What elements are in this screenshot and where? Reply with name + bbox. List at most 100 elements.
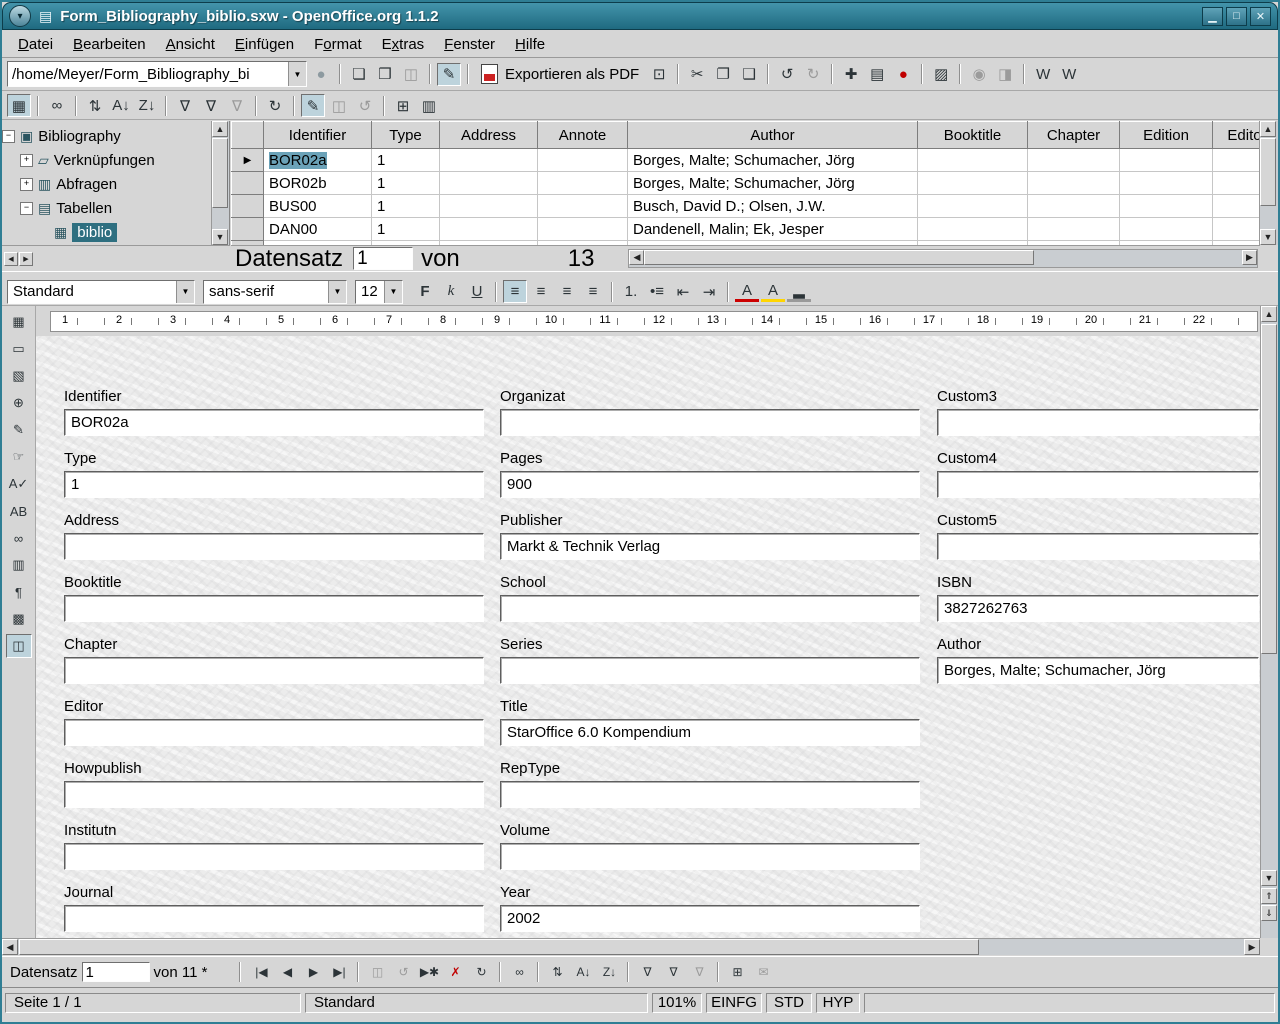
expand-icon[interactable]: + xyxy=(20,178,33,191)
collapse-icon[interactable]: − xyxy=(2,130,15,143)
insert-object-icon[interactable]: ⊕ xyxy=(6,391,32,415)
apply-filter-icon[interactable]: ∇ xyxy=(661,961,685,984)
title-input[interactable]: StarOffice 6.0 Kompendium xyxy=(500,719,920,746)
grid-column-header[interactable]: Editor xyxy=(1213,122,1261,149)
scroll-up-icon[interactable]: ▲ xyxy=(1260,121,1276,137)
ruler-scale[interactable]: 12345678910111213141516171819202122 xyxy=(50,311,1258,332)
status-insert-mode[interactable]: EINFG xyxy=(706,993,762,1013)
journal-input[interactable] xyxy=(64,905,484,932)
save-record-icon[interactable]: ◫ xyxy=(365,961,389,984)
next-page-icon[interactable]: ⇓ xyxy=(1261,905,1277,921)
graphics-on-off-icon[interactable]: ▩ xyxy=(6,607,32,631)
grid-cell[interactable] xyxy=(538,195,628,218)
grid-cell[interactable]: 1 xyxy=(372,149,440,172)
sort-ascending-icon[interactable]: A↓ xyxy=(109,94,133,117)
menu-ansicht[interactable]: Ansicht xyxy=(156,34,225,55)
grid-cell[interactable] xyxy=(918,149,1028,172)
grid-column-header[interactable]: Annote xyxy=(538,122,628,149)
grid-cell[interactable] xyxy=(440,149,538,172)
grid-cell[interactable] xyxy=(1120,149,1213,172)
grid-cell[interactable] xyxy=(1028,172,1120,195)
address-input[interactable] xyxy=(64,533,484,560)
grid-cell[interactable] xyxy=(918,195,1028,218)
minimize-button[interactable]: ▁ xyxy=(1202,7,1223,26)
grid-column-header[interactable]: Chapter xyxy=(1028,122,1120,149)
highlighting-icon[interactable]: A xyxy=(761,282,785,302)
record-number-input[interactable] xyxy=(82,962,150,982)
remove-filter-icon[interactable]: ∇ xyxy=(225,94,249,117)
publisher-input[interactable]: Markt & Technik Verlag xyxy=(500,533,920,560)
font-color-icon[interactable]: A xyxy=(735,282,759,302)
grid-cell[interactable] xyxy=(538,149,628,172)
menu-bearbeiten[interactable]: Bearbeiten xyxy=(63,34,156,55)
grid-cell[interactable] xyxy=(918,172,1028,195)
close-button[interactable]: ✕ xyxy=(1250,7,1271,26)
redo-icon[interactable]: ↻ xyxy=(801,63,825,86)
align-left-icon[interactable]: ≡ xyxy=(503,280,527,303)
institutn-input[interactable] xyxy=(64,843,484,870)
scrollbar-thumb[interactable] xyxy=(644,250,1033,265)
grid-cell[interactable]: Dandenell, Malin; Ek, Jesper xyxy=(628,218,918,241)
table-beamer-icon[interactable]: ▦ xyxy=(7,94,31,117)
grid-column-header[interactable]: Edition xyxy=(1120,122,1213,149)
custom3-input[interactable] xyxy=(937,409,1259,436)
volume-input[interactable] xyxy=(500,843,920,870)
bold-icon[interactable]: F xyxy=(413,280,437,303)
autofilter-icon[interactable]: ∇ xyxy=(635,961,659,984)
refresh-icon[interactable]: ↻ xyxy=(263,94,287,117)
tree-item-tabellen[interactable]: − ▤ Tabellen xyxy=(2,196,229,220)
autofilter-icon[interactable]: ∇ xyxy=(173,94,197,117)
scrollbar-thumb[interactable] xyxy=(1261,324,1277,654)
grid-column-header[interactable]: Address xyxy=(440,122,538,149)
online-layout-icon[interactable]: ◫ xyxy=(6,634,32,658)
underline-icon[interactable]: U xyxy=(465,280,489,303)
grid-column-header[interactable]: Identifier xyxy=(264,122,372,149)
grid-cell[interactable]: BOR02a xyxy=(264,149,372,172)
grid-cell[interactable]: Borges, Malte; Schumacher, Jörg xyxy=(628,172,918,195)
grid-cell[interactable] xyxy=(1028,149,1120,172)
previous-record-icon[interactable]: ◀ xyxy=(275,961,299,984)
find-record-icon[interactable]: ∞ xyxy=(45,94,69,117)
stylist-icon[interactable]: ▤ xyxy=(865,63,889,86)
draw-functions-icon[interactable]: ✎ xyxy=(6,418,32,442)
window-menu-button[interactable]: ▾ xyxy=(9,5,31,27)
remove-filter-icon[interactable]: ∇ xyxy=(687,961,711,984)
data-sources-icon[interactable]: ▥ xyxy=(6,553,32,577)
align-justify-icon[interactable]: ≡ xyxy=(581,280,605,303)
reptype-input[interactable] xyxy=(500,781,920,808)
gallery-icon[interactable]: ▨ xyxy=(929,63,953,86)
scroll-down-icon[interactable]: ▼ xyxy=(212,229,228,245)
italic-icon[interactable]: k xyxy=(439,280,463,303)
grid-cell[interactable] xyxy=(1213,218,1261,241)
grid-cell[interactable]: BUS00 xyxy=(264,195,372,218)
custom5-input[interactable] xyxy=(937,533,1259,560)
series-input[interactable] xyxy=(500,657,920,684)
last-record-icon[interactable]: ▶| xyxy=(327,961,351,984)
align-right-icon[interactable]: ≡ xyxy=(555,280,579,303)
status-selection-mode[interactable]: STD xyxy=(766,993,812,1013)
grid-cell[interactable] xyxy=(1213,149,1261,172)
document-horizontal-scrollbar[interactable]: ◀ ▶ xyxy=(2,938,1260,955)
paste-icon[interactable]: ❑ xyxy=(737,63,761,86)
dropdown-icon[interactable]: ▼ xyxy=(176,281,194,303)
spellcheck-icon[interactable]: A✓ xyxy=(6,472,32,496)
print-file-icon[interactable]: ⊡ xyxy=(647,63,671,86)
undo-data-entry-icon[interactable]: ↺ xyxy=(391,961,415,984)
grid-cell[interactable] xyxy=(440,195,538,218)
expand-icon[interactable]: + xyxy=(20,154,33,167)
tree-scrollbar[interactable]: ▲ ▼ xyxy=(211,121,229,245)
grid-row-header[interactable] xyxy=(232,172,264,195)
tree-horizontal-scrollbar[interactable]: ◀ ▶ xyxy=(2,245,230,271)
previous-page-icon[interactable]: ⇑ xyxy=(1261,888,1277,904)
scrollbar-thumb[interactable] xyxy=(19,939,979,955)
grid-cell[interactable]: 1 xyxy=(372,218,440,241)
grid-cell[interactable]: Borges, Malte; Schumacher, Jörg xyxy=(628,149,918,172)
url-dropdown-icon[interactable]: ▼ xyxy=(288,62,306,86)
decrease-indent-icon[interactable]: ⇤ xyxy=(671,280,695,303)
horizontal-ruler[interactable]: 12345678910111213141516171819202122 xyxy=(36,306,1262,335)
grid-cell[interactable] xyxy=(1120,218,1213,241)
increase-indent-icon[interactable]: ⇥ xyxy=(697,280,721,303)
grid-row-header[interactable] xyxy=(232,218,264,241)
dropdown-icon[interactable]: ▼ xyxy=(384,281,402,303)
sort-ascending-icon[interactable]: A↓ xyxy=(571,961,595,984)
